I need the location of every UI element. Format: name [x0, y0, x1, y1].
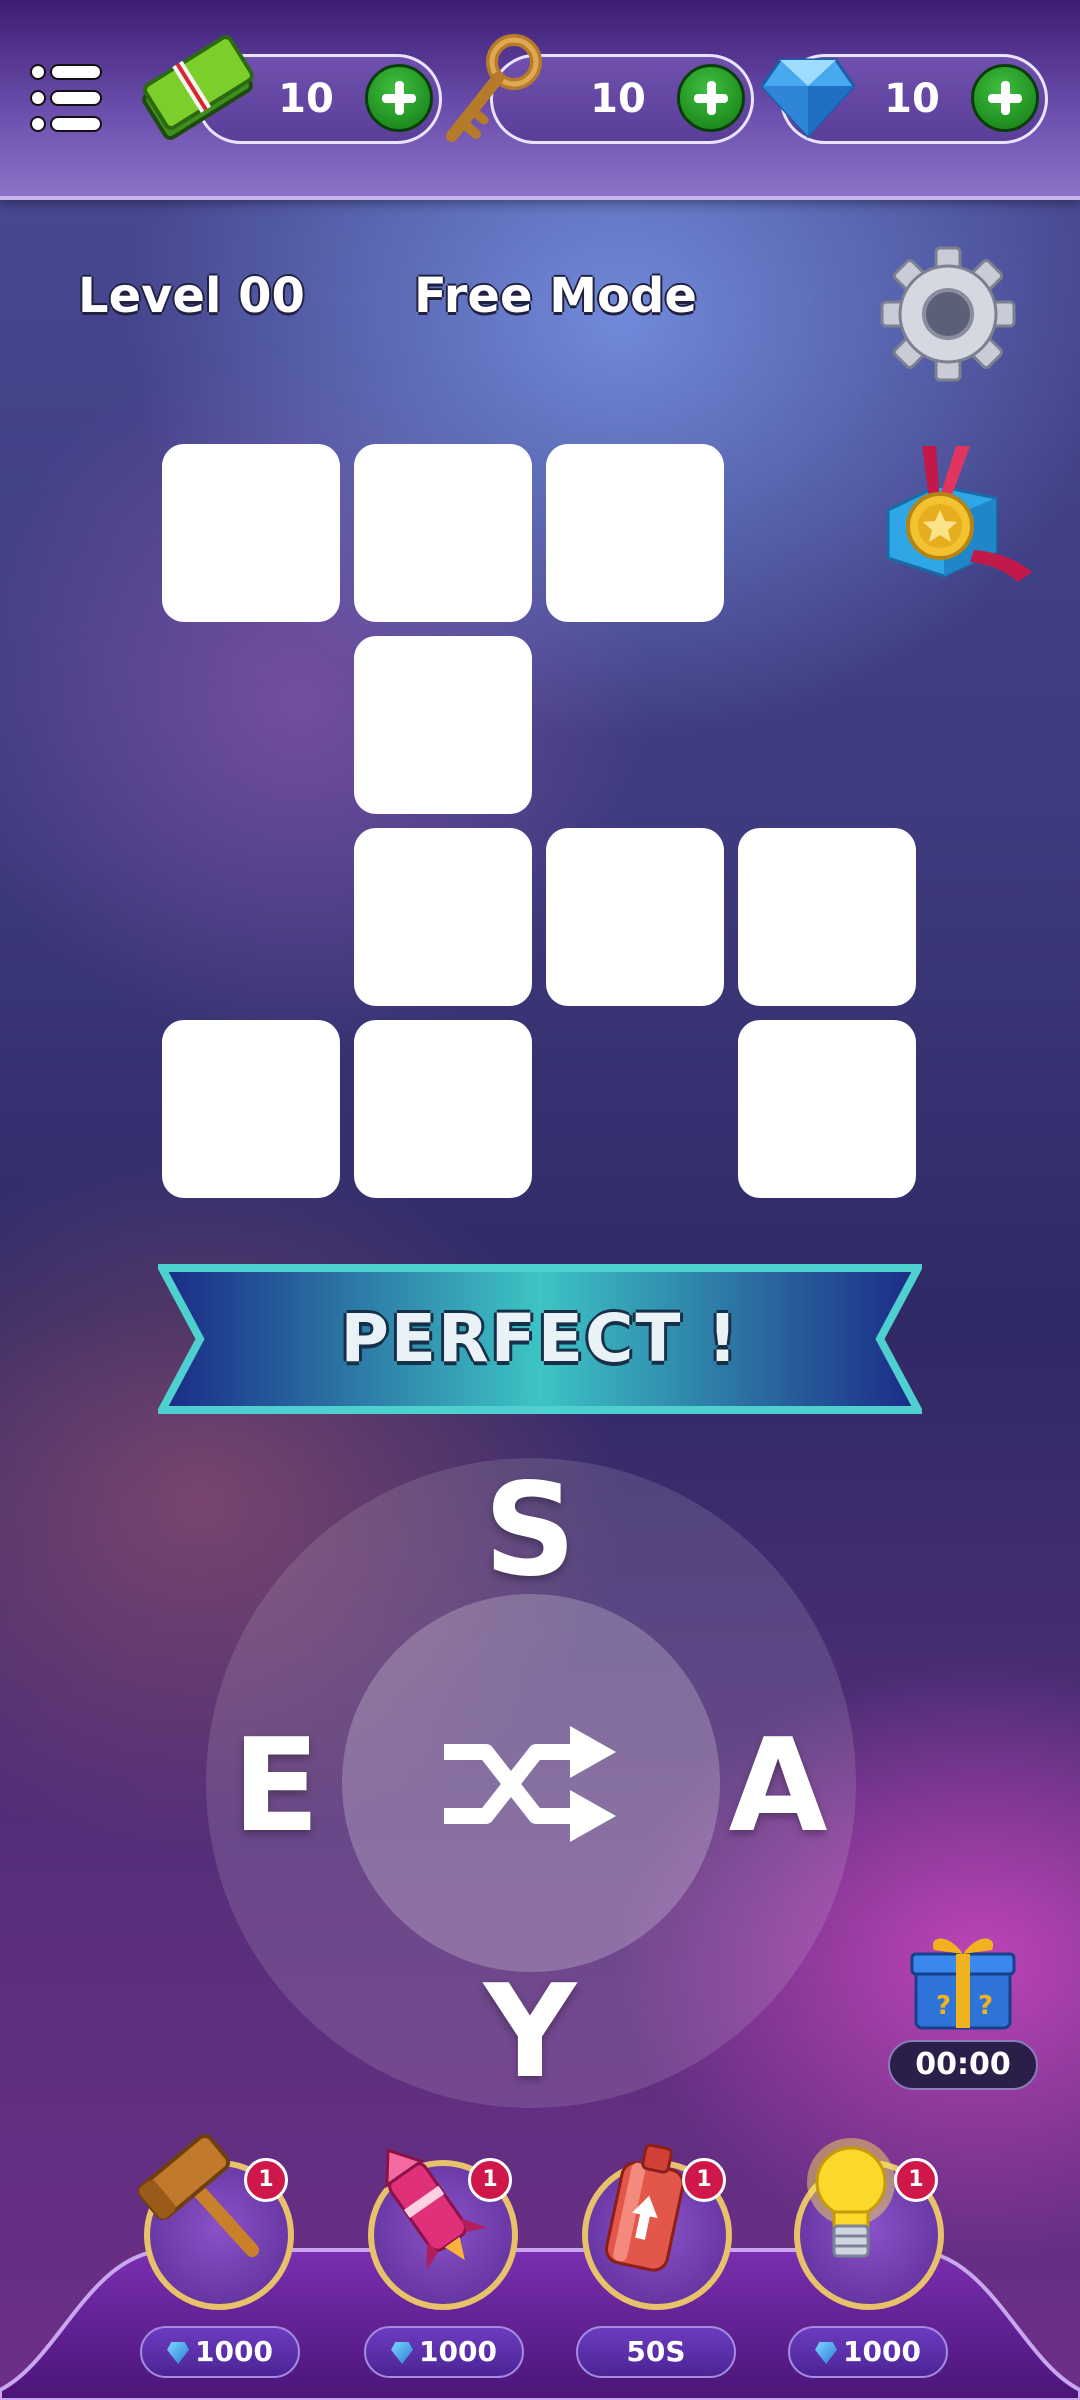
wheel-letter[interactable]: E	[206, 1712, 346, 1861]
hammer-icon	[137, 2133, 259, 2257]
gem-icon	[760, 58, 856, 139]
powerup-count-badge: 1	[682, 2158, 726, 2202]
achievements-icon[interactable]	[878, 440, 1038, 600]
cash-value: 10	[278, 76, 334, 122]
cash-icon	[142, 35, 254, 140]
grid-cell	[738, 1020, 916, 1198]
grid-cell	[738, 828, 916, 1006]
gem-icon	[815, 2342, 838, 2364]
lightbulb-cost-button[interactable]: 1000	[788, 2326, 948, 2378]
mystery-gift-icon[interactable]: ? ?	[908, 1922, 1018, 2032]
wheel-letter[interactable]: A	[708, 1712, 848, 1861]
cost-value: 1000	[843, 2335, 921, 2368]
rocket-icon	[385, 2148, 488, 2270]
lightbulb-icon	[807, 2138, 895, 2258]
cost-value: 50S	[626, 2335, 686, 2368]
grid-cell	[546, 444, 724, 622]
cost-value: 1000	[195, 2335, 273, 2368]
grid-cell	[354, 1020, 532, 1198]
rocket-cost-button[interactable]: 1000	[364, 2326, 524, 2378]
grid-cell	[354, 828, 532, 1006]
gear-icon[interactable]	[876, 242, 1020, 386]
powerup-count-badge: 1	[894, 2158, 938, 2202]
level-label: Level 00	[78, 268, 305, 324]
svg-text:?: ?	[978, 1991, 993, 2021]
gem-icon	[167, 2342, 190, 2364]
svg-text:?: ?	[936, 1991, 951, 2021]
cost-value: 1000	[419, 2335, 497, 2368]
bonus-timer: 00:00	[888, 2040, 1038, 2090]
menu-icon[interactable]	[30, 64, 102, 132]
banner-text: PERFECT !	[340, 1300, 740, 1377]
keys-value: 10	[590, 76, 646, 122]
top-bar: 10 10 10	[0, 0, 1080, 200]
wheel-letter[interactable]: S	[460, 1456, 600, 1605]
spray-can-icon	[604, 2143, 685, 2272]
spray-cost-button[interactable]: 50S	[576, 2326, 736, 2378]
banner: PERFECT !	[160, 1266, 920, 1412]
add-cash-button[interactable]	[365, 64, 433, 132]
key-icon	[446, 34, 542, 142]
grid-cell	[162, 444, 340, 622]
grid-cell	[546, 828, 724, 1006]
wheel-letter[interactable]: Y	[460, 1958, 600, 2107]
shuffle-icon[interactable]	[440, 1712, 620, 1852]
grid-cell	[354, 636, 532, 814]
add-keys-button[interactable]	[677, 64, 745, 132]
grid-cell	[354, 444, 532, 622]
powerup-count-badge: 1	[468, 2158, 512, 2202]
powerup-count-badge: 1	[244, 2158, 288, 2202]
hammer-cost-button[interactable]: 1000	[140, 2326, 300, 2378]
gems-value: 10	[884, 76, 940, 122]
add-gems-button[interactable]	[971, 64, 1039, 132]
mode-label: Free Mode	[414, 268, 697, 324]
gem-icon	[391, 2342, 414, 2364]
grid-cell	[162, 1020, 340, 1198]
